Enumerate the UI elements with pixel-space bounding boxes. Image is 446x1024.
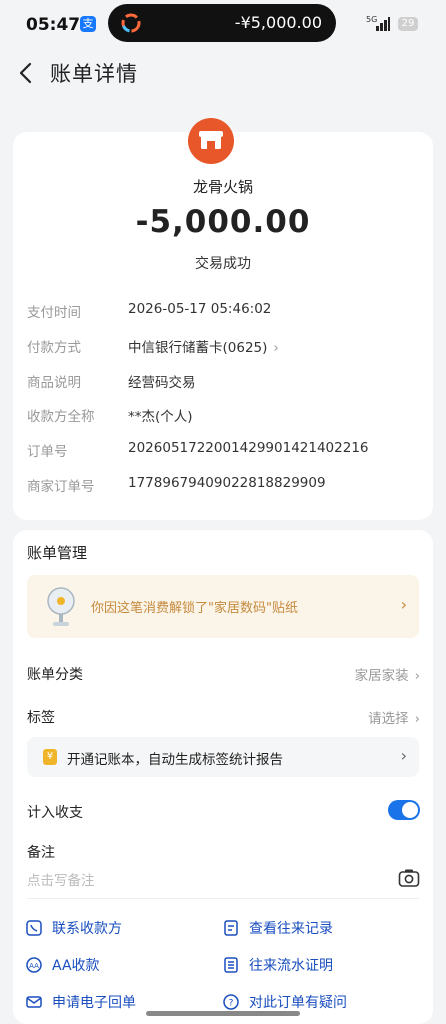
records-icon (224, 920, 238, 936)
contact-icon (26, 920, 42, 936)
home-indicator[interactable] (146, 1011, 300, 1016)
contact-payee-button[interactable]: 联系收款方 (52, 918, 122, 938)
detail-label: 商家订单号 (27, 479, 95, 495)
chevron-right-icon: › (400, 746, 407, 765)
detail-value: 2026051722001429901421402216 (128, 440, 369, 456)
include-label: 计入收支 (27, 805, 83, 821)
tag-select[interactable]: 请选择 › (368, 707, 420, 727)
alipay-icon: 支 (80, 16, 96, 32)
view-records-button[interactable]: 查看往来记录 (249, 918, 333, 938)
mail-icon (26, 996, 42, 1008)
dynamic-island[interactable]: -¥5,000.00 (108, 4, 336, 42)
section-title: 账单管理 (27, 544, 88, 562)
tag-value: 请选择 (368, 711, 409, 727)
category-select[interactable]: 家居家装 › (355, 664, 420, 684)
detail-value: 经营码交易 (128, 375, 196, 391)
transaction-status: 交易成功 (195, 256, 251, 272)
question-icon: ? (223, 994, 239, 1010)
chevron-right-icon: › (273, 340, 279, 356)
detail-value: 17789679409022818829909 (128, 475, 326, 491)
note-input[interactable]: 点击写备注 (27, 869, 95, 889)
payment-method-value: 中信银行储蓄卡(0625) (128, 340, 268, 356)
chevron-right-icon: › (414, 668, 420, 684)
tag-label: 标签 (27, 710, 55, 726)
note-label: 备注 (27, 845, 55, 861)
back-arrow-icon[interactable] (10, 56, 44, 90)
status-time: 05:47 (26, 15, 81, 35)
signal-icon (376, 17, 390, 31)
detail-label: 支付时间 (27, 305, 81, 321)
detail-value: 2026-05-17 05:46:02 (128, 301, 272, 317)
detail-label: 付款方式 (27, 340, 81, 356)
order-question-button[interactable]: 对此订单有疑问 (249, 992, 347, 1012)
merchant-name: 龙骨火锅 (192, 178, 253, 196)
transaction-amount: -5,000.00 (135, 204, 311, 240)
e-receipt-button[interactable]: 申请电子回单 (52, 992, 136, 1012)
aa-collect-button[interactable]: AA收款 (52, 955, 100, 975)
sticker-banner[interactable]: 你因这笔消费解锁了"家居数码"贴纸 › (27, 575, 419, 638)
svg-text:AA: AA (29, 962, 39, 970)
detail-label: 订单号 (27, 444, 68, 460)
status-bar: 05:47 支 -¥5,000.00 5G 29 (0, 0, 446, 50)
aa-icon: AA (26, 957, 42, 973)
payment-method[interactable]: 中信银行储蓄卡(0625) › (128, 336, 279, 356)
detail-value: **杰(个人) (128, 409, 193, 425)
bookkeeping-promo[interactable]: ¥ 开通记账本，自动生成标签统计报告 › (27, 737, 419, 777)
page-title: 账单详情 (50, 62, 138, 86)
chevron-right-icon: › (414, 711, 420, 727)
toggle-knob (402, 802, 418, 818)
svg-text:?: ? (229, 999, 234, 1009)
merchant-logo (188, 118, 234, 164)
statement-icon (224, 957, 238, 973)
island-amount: -¥5,000.00 (234, 13, 322, 32)
yuan-icon: ¥ (43, 749, 57, 765)
loading-ring-icon (121, 13, 141, 33)
chevron-right-icon: › (400, 595, 407, 614)
detail-label: 商品说明 (27, 375, 81, 391)
promo-text: 开通记账本，自动生成标签统计报告 (67, 752, 283, 768)
battery-icon: 29 (398, 17, 418, 31)
category-label: 账单分类 (27, 667, 83, 683)
include-toggle[interactable] (388, 800, 420, 820)
statement-proof-button[interactable]: 往来流水证明 (249, 955, 333, 975)
divider (27, 898, 419, 899)
fan-sticker-icon (47, 587, 75, 626)
category-value: 家居家装 (354, 668, 409, 684)
detail-label: 收款方全称 (27, 409, 95, 425)
camera-icon[interactable] (398, 868, 420, 888)
nav-bar: 账单详情 (0, 50, 446, 98)
banner-text: 你因这笔消费解锁了"家居数码"贴纸 (91, 601, 298, 616)
store-icon (199, 131, 223, 149)
